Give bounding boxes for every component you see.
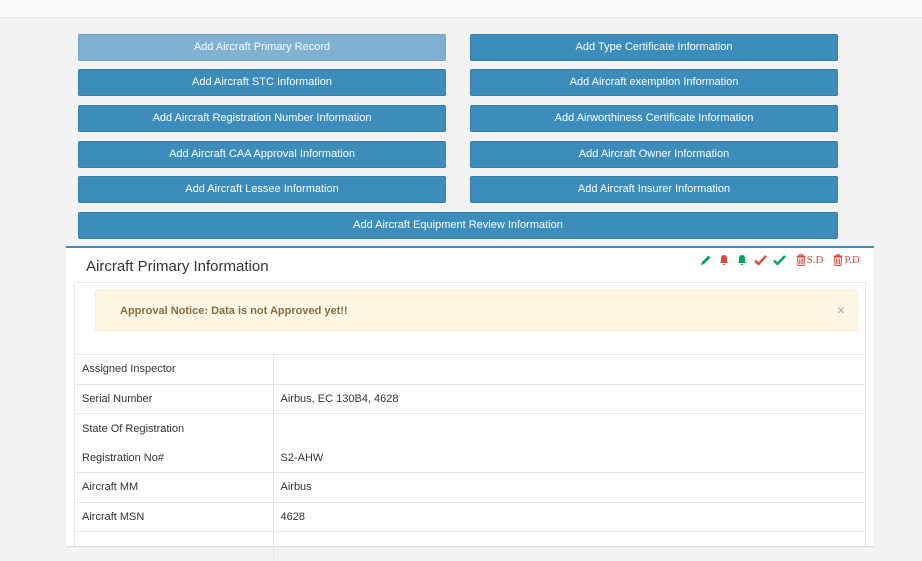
soft-delete-label: S.D bbox=[807, 254, 824, 266]
row-label bbox=[75, 532, 273, 561]
aircraft-primary-info-panel: Aircraft Primary Information S.D P.D App… bbox=[66, 246, 874, 546]
soft-delete-button[interactable]: S.D bbox=[796, 253, 824, 267]
panel-tools: S.D P.D bbox=[700, 253, 860, 267]
add-airworthiness-button[interactable]: Add Airworthiness Certificate Informatio… bbox=[470, 105, 838, 132]
approval-notice-text: Approval Notice: Data is not Approved ye… bbox=[120, 305, 348, 317]
table-row: Assigned Inspector bbox=[75, 355, 865, 385]
check-icon[interactable] bbox=[773, 253, 786, 267]
table-row: State Of Registration bbox=[75, 414, 865, 444]
aircraft-info-table: Assigned Inspector Serial Number Airbus,… bbox=[75, 354, 865, 561]
permanent-delete-button[interactable]: P.D bbox=[833, 253, 860, 267]
row-value: S2-AHW bbox=[273, 443, 865, 473]
trash-icon bbox=[833, 254, 843, 266]
table-row bbox=[75, 532, 865, 561]
table-row: Aircraft MSN 4628 bbox=[75, 502, 865, 532]
add-stc-button[interactable]: Add Aircraft STC Information bbox=[78, 69, 446, 96]
table-row: Registration No# S2-AHW bbox=[75, 443, 865, 473]
bell-icon[interactable] bbox=[736, 253, 748, 267]
close-icon[interactable]: × bbox=[837, 302, 845, 318]
row-label: Assigned Inspector bbox=[75, 355, 273, 385]
add-owner-button[interactable]: Add Aircraft Owner Information bbox=[470, 141, 838, 168]
add-insurer-button[interactable]: Add Aircraft Insurer Information bbox=[470, 176, 838, 203]
row-value: Airbus, EC 130B4, 4628 bbox=[273, 384, 865, 414]
row-label: State Of Registration bbox=[75, 414, 273, 444]
add-exemption-button[interactable]: Add Aircraft exemption Information bbox=[470, 69, 838, 96]
top-bar bbox=[0, 0, 922, 18]
add-primary-record-button[interactable]: Add Aircraft Primary Record bbox=[78, 34, 446, 61]
row-label: Serial Number bbox=[75, 384, 273, 414]
check-icon[interactable] bbox=[754, 253, 767, 267]
row-label: Registration No# bbox=[75, 443, 273, 473]
add-caa-approval-button[interactable]: Add Aircraft CAA Approval Information bbox=[78, 141, 446, 168]
trash-icon bbox=[796, 254, 806, 266]
add-lessee-button[interactable]: Add Aircraft Lessee Information bbox=[78, 176, 446, 203]
add-equipment-review-button[interactable]: Add Aircraft Equipment Review Informatio… bbox=[78, 212, 838, 239]
approval-notice-alert: Approval Notice: Data is not Approved ye… bbox=[95, 290, 858, 331]
add-registration-number-button[interactable]: Add Aircraft Registration Number Informa… bbox=[78, 105, 446, 132]
row-label: Aircraft MSN bbox=[75, 502, 273, 532]
permanent-delete-label: P.D bbox=[844, 254, 860, 266]
row-value: Airbus bbox=[273, 473, 865, 503]
row-value: 4628 bbox=[273, 502, 865, 532]
table-row: Aircraft MM Airbus bbox=[75, 473, 865, 503]
pencil-icon[interactable] bbox=[700, 253, 712, 267]
row-label: Aircraft MM bbox=[75, 473, 273, 503]
panel-title: Aircraft Primary Information bbox=[86, 258, 269, 275]
table-row: Serial Number Airbus, EC 130B4, 4628 bbox=[75, 384, 865, 414]
row-value bbox=[273, 414, 865, 444]
bell-icon[interactable] bbox=[718, 253, 730, 267]
add-type-certificate-button[interactable]: Add Type Certificate Information bbox=[470, 34, 838, 61]
row-value bbox=[273, 355, 865, 385]
row-value bbox=[273, 532, 865, 561]
panel-body: Approval Notice: Data is not Approved ye… bbox=[74, 283, 866, 546]
